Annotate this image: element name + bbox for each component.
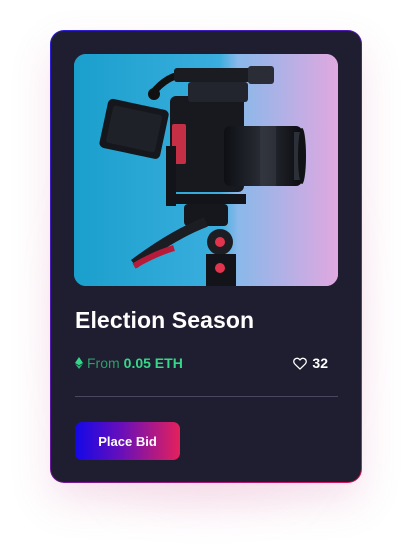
nft-title: Election Season bbox=[75, 307, 255, 333]
ethereum-icon bbox=[75, 357, 83, 369]
nft-card-body: Election Season From 0.05 ETH 32 Place B… bbox=[51, 31, 361, 482]
page: Election Season From 0.05 ETH 32 Place B… bbox=[0, 0, 412, 553]
price-row: From 0.05 ETH 32 bbox=[75, 353, 339, 373]
heart-icon[interactable] bbox=[293, 357, 308, 370]
likes-count: 32 bbox=[312, 355, 328, 371]
nft-image[interactable] bbox=[74, 54, 338, 286]
divider bbox=[75, 396, 338, 397]
price-prefix: From bbox=[87, 355, 120, 371]
place-bid-button[interactable]: Place Bid bbox=[75, 422, 180, 460]
price: From 0.05 ETH bbox=[75, 355, 183, 371]
camera-photo-illustration bbox=[74, 54, 338, 286]
nft-card[interactable]: Election Season From 0.05 ETH 32 Place B… bbox=[50, 30, 362, 483]
likes[interactable]: 32 bbox=[293, 355, 328, 371]
price-amount: 0.05 ETH bbox=[123, 355, 183, 371]
